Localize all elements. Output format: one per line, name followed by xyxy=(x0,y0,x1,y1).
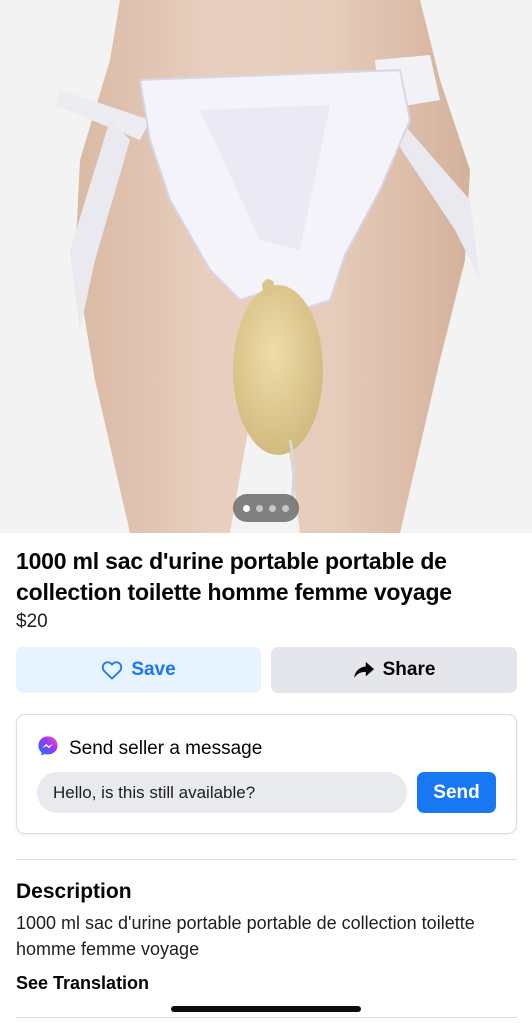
listing-price: $20 xyxy=(16,611,48,632)
heart-icon xyxy=(101,660,123,680)
send-button[interactable]: Send xyxy=(417,772,496,813)
share-arrow-icon xyxy=(353,660,375,680)
pager-dot-active[interactable] xyxy=(243,504,250,512)
description-heading: Description xyxy=(16,880,132,903)
send-label: Send xyxy=(433,781,480,803)
see-translation-link[interactable]: See Translation xyxy=(16,973,149,994)
photo-pager[interactable] xyxy=(233,494,299,522)
messenger-icon xyxy=(37,735,59,763)
pager-dot[interactable] xyxy=(269,504,276,512)
description-body: 1000 ml sac d'urine portable portable de… xyxy=(16,913,475,959)
save-label: Save xyxy=(131,659,176,680)
product-image xyxy=(0,0,532,533)
save-button[interactable]: Save xyxy=(16,647,261,693)
share-label: Share xyxy=(382,659,436,680)
message-heading: Send seller a message xyxy=(69,738,263,759)
message-seller-card: Send seller a message Hello, is this sti… xyxy=(16,714,517,834)
message-input-text: Hello, is this still available? xyxy=(53,782,256,802)
home-indicator[interactable] xyxy=(171,1006,361,1012)
section-divider xyxy=(16,859,517,860)
message-input[interactable]: Hello, is this still available? xyxy=(37,772,407,813)
pager-dot[interactable] xyxy=(256,504,263,512)
message-heading-row: Send seller a message xyxy=(37,735,262,763)
pager-dot[interactable] xyxy=(282,504,289,512)
listing-title: 1000 ml sac d'urine portable portable de… xyxy=(16,548,452,605)
listing-photo[interactable] xyxy=(0,0,532,533)
section-divider xyxy=(16,1017,517,1018)
share-button[interactable]: Share xyxy=(271,647,517,693)
